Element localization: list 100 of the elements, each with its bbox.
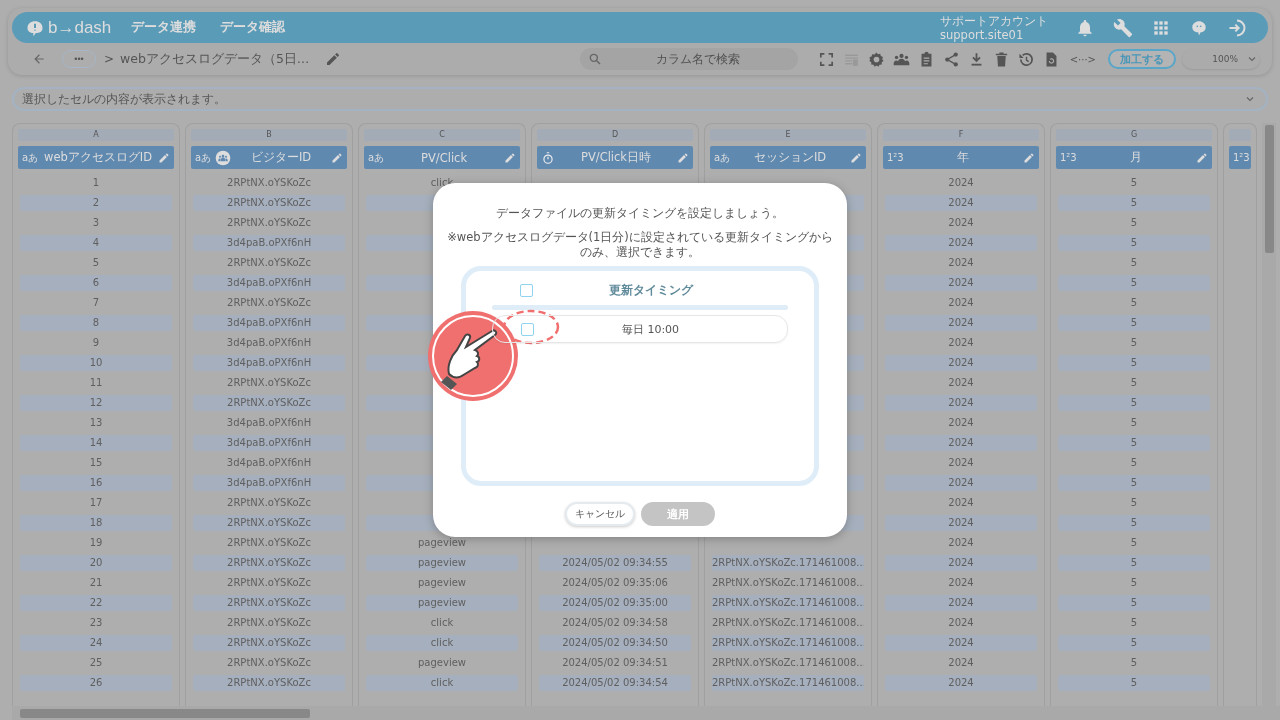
table-cell-text: 5 bbox=[1129, 536, 1139, 550]
settings-icon[interactable] bbox=[867, 50, 885, 68]
table-cell-text: pageview bbox=[417, 656, 467, 670]
wrench-icon[interactable] bbox=[1113, 17, 1133, 38]
table-cell-text: 1 bbox=[91, 176, 101, 190]
table-cell-text: 5 bbox=[1129, 256, 1139, 270]
table-cell-text: 2024 bbox=[947, 216, 975, 230]
table-cell: 2024/05/02 09:34:55 bbox=[539, 555, 691, 571]
table-cell-text: 2RPtNX.oYSKoZc bbox=[226, 616, 312, 630]
more-button[interactable]: ••• bbox=[62, 50, 96, 68]
cancel-button[interactable]: キャンセル bbox=[565, 502, 635, 526]
process-button[interactable]: 加工する bbox=[1108, 49, 1176, 69]
table-cell-text: 2024/05/02 09:34:51 bbox=[561, 656, 669, 670]
table-cell: 2024 bbox=[885, 235, 1037, 251]
table-cell-text: 2024 bbox=[947, 576, 975, 590]
table-cell: 2RPtNX.oYSKoZc.171461008... bbox=[712, 555, 864, 571]
table-cell-text: 13 bbox=[88, 416, 104, 430]
table-cell: 2024/05/02 09:35:00 bbox=[539, 595, 691, 611]
table-cell: 2024 bbox=[885, 635, 1037, 651]
table-cell-text: 2024/05/02 09:35:06 bbox=[561, 576, 669, 590]
type-label: 1²3 bbox=[1233, 152, 1250, 163]
column-header[interactable]: aあ webアクセスログID bbox=[18, 146, 174, 169]
code-view-button[interactable]: <···> bbox=[1069, 53, 1096, 65]
table-cell: 22 bbox=[20, 595, 172, 611]
pencil-icon[interactable] bbox=[325, 51, 342, 67]
column-header[interactable]: 1²3 bbox=[1229, 146, 1251, 169]
table-cell-text: 5 bbox=[1129, 656, 1139, 670]
table-cell-text: 5 bbox=[1129, 296, 1139, 310]
table-cell: 3d4paB.oPXf6nH bbox=[193, 435, 345, 451]
table-cell: 2024 bbox=[885, 435, 1037, 451]
search-field[interactable]: カラム名で検索 bbox=[579, 48, 798, 70]
share-icon[interactable] bbox=[942, 50, 960, 68]
column-header[interactable]: aあ セッションID bbox=[710, 146, 866, 169]
table-cell: 2024/05/02 09:34:54 bbox=[539, 675, 691, 691]
column-header[interactable]: PV/Click日時 bbox=[537, 146, 693, 169]
table-cell-text: 5 bbox=[1129, 576, 1139, 590]
table-cell-text: 25 bbox=[88, 656, 104, 670]
user-key-icon bbox=[215, 149, 232, 166]
table-cell-text: 15 bbox=[88, 456, 104, 470]
search-icon bbox=[587, 52, 602, 66]
pencil-icon[interactable] bbox=[331, 151, 343, 164]
column-name: 年 bbox=[956, 150, 971, 165]
fullscreen-icon[interactable] bbox=[817, 50, 835, 68]
table-cell: 2RPtNX.oYSKoZc bbox=[193, 595, 345, 611]
nav-link[interactable]: データ連携 bbox=[131, 19, 197, 36]
column-header[interactable]: 1²3 月 bbox=[1056, 146, 1212, 169]
horizontal-scrollbar[interactable] bbox=[12, 706, 1280, 720]
table-cell: 2024 bbox=[885, 555, 1037, 571]
pencil-icon[interactable] bbox=[1196, 151, 1208, 164]
table-cell: 2024 bbox=[885, 355, 1037, 371]
nav-link[interactable]: データ確認 bbox=[220, 19, 286, 36]
table-cell-text: 2RPtNX.oYSKoZc bbox=[226, 296, 312, 310]
column-header[interactable]: aあ ビジターID bbox=[191, 146, 347, 169]
table-cell: 5 bbox=[1058, 635, 1210, 651]
table-cell: 5 bbox=[1058, 235, 1210, 251]
table-cell: 6 bbox=[20, 275, 172, 291]
column-header[interactable]: aあ PV/Click bbox=[364, 146, 520, 169]
table-cell: 2024 bbox=[885, 315, 1037, 331]
bell-icon[interactable] bbox=[1075, 17, 1095, 38]
table-cell: 3d4paB.oPXf6nH bbox=[193, 275, 345, 291]
table-cell-text: 2RPtNX.oYSKoZc.171461008... bbox=[712, 576, 864, 590]
history-icon[interactable] bbox=[1017, 50, 1035, 68]
table-cell: 5 bbox=[1058, 435, 1210, 451]
table-cell: 2RPtNX.oYSKoZc bbox=[193, 195, 345, 211]
table-cell: 2RPtNX.oYSKoZc bbox=[193, 515, 345, 531]
back-arrow-icon[interactable] bbox=[32, 52, 46, 66]
pencil-icon[interactable] bbox=[1023, 151, 1035, 164]
table-cell: 3d4paB.oPXf6nH bbox=[193, 315, 345, 331]
pencil-icon[interactable] bbox=[677, 151, 689, 164]
stopwatch-icon bbox=[541, 150, 555, 165]
table-cell-text: 2RPtNX.oYSKoZc.171461008... bbox=[712, 616, 864, 630]
file-title: webアクセスログデータ（5日… bbox=[120, 50, 310, 68]
table-cell: 4 bbox=[20, 235, 172, 251]
table-cell: 2RPtNX.oYSKoZc.171461008... bbox=[712, 595, 864, 611]
table-cell-text: 5 bbox=[1129, 416, 1139, 430]
checkbox[interactable] bbox=[520, 283, 533, 297]
table-cell: 2RPtNX.oYSKoZc.171461008... bbox=[712, 635, 864, 651]
table-cell: 2024 bbox=[885, 675, 1037, 691]
checkbox[interactable] bbox=[521, 322, 534, 336]
zoom-select[interactable]: 100% bbox=[1182, 49, 1260, 69]
table-cell: 10 bbox=[20, 355, 172, 371]
table-cell: 3d4paB.oPXf6nH bbox=[193, 355, 345, 371]
table-cell-text: 2RPtNX.oYSKoZc bbox=[226, 536, 312, 550]
table-cell: 5 bbox=[1058, 555, 1210, 571]
table-cell-text: 2024 bbox=[947, 336, 975, 350]
table-cell: 2024 bbox=[885, 395, 1037, 411]
pencil-icon[interactable] bbox=[850, 151, 862, 164]
table-cell-text: pageview bbox=[417, 576, 467, 590]
vertical-scrollbar[interactable] bbox=[1262, 123, 1276, 706]
table-cell: 26 bbox=[20, 675, 172, 691]
pencil-icon[interactable] bbox=[504, 151, 516, 164]
table-cell-text: 2024 bbox=[947, 456, 975, 470]
table-cell: 5 bbox=[1058, 355, 1210, 371]
table-cell: 2RPtNX.oYSKoZc bbox=[193, 555, 345, 571]
column-header[interactable]: 1²3 年 bbox=[883, 146, 1039, 169]
table-cell-text: 5 bbox=[1129, 376, 1139, 390]
logout-icon[interactable] bbox=[1227, 17, 1247, 38]
pencil-icon[interactable] bbox=[158, 151, 170, 164]
cell-content-field[interactable]: 選択したセルの内容が表示されます。 bbox=[12, 87, 1268, 111]
table-cell: 2024 bbox=[885, 515, 1037, 531]
